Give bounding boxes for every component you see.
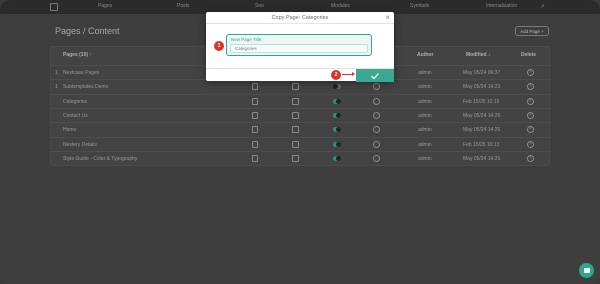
home-icon[interactable] xyxy=(50,3,58,11)
header-modified[interactable]: Modified ↓ xyxy=(466,52,490,58)
header-pages[interactable]: Pages (10) ↑ xyxy=(63,52,92,58)
delete-icon[interactable]: × xyxy=(527,69,534,76)
calendar-icon[interactable] xyxy=(292,83,299,91)
row-modified: May 05/24 14:26 xyxy=(463,112,501,119)
sort-arrow-icon: ↓ xyxy=(487,52,491,58)
nav-item-modules[interactable]: Modules xyxy=(331,3,350,9)
nav-item-seo[interactable]: Seo xyxy=(255,3,264,9)
confirm-button[interactable] xyxy=(356,69,394,82)
table-row[interactable]: Categories admin Feb 15/25 10:16 × xyxy=(51,93,551,108)
row-author: admin xyxy=(418,155,432,162)
row-number: 1 xyxy=(55,70,58,76)
close-icon[interactable]: × xyxy=(385,13,390,23)
step-marker-1: 1 xyxy=(214,41,224,51)
modal-footer xyxy=(206,68,394,82)
row-author: admin xyxy=(418,141,432,148)
calendar-icon[interactable] xyxy=(292,111,299,119)
row-modified: Feb 15/25 10:13 xyxy=(463,141,500,148)
chat-icon[interactable] xyxy=(579,263,594,278)
header-delete: Delete xyxy=(521,52,537,58)
delete-icon[interactable]: × xyxy=(527,140,534,148)
app-frame: Pages Posts Seo Modules Symbols Internal… xyxy=(0,0,600,284)
nav-item-internalization[interactable]: Internalization xyxy=(486,3,517,9)
publish-toggle[interactable] xyxy=(333,84,341,90)
table-row[interactable]: Home admin May 05/24 14:26 × xyxy=(51,122,551,136)
calendar-icon[interactable] xyxy=(292,140,299,148)
search-icon[interactable]: ⌕ xyxy=(541,3,545,10)
row-modified: May 05/24 14:26 xyxy=(463,155,501,162)
new-page-title-input[interactable] xyxy=(230,44,368,53)
publish-toggle[interactable] xyxy=(333,112,341,118)
add-page-button[interactable]: Add Page + xyxy=(515,26,549,36)
row-title[interactable]: Home xyxy=(63,127,76,133)
globe-icon[interactable] xyxy=(373,154,380,162)
row-title[interactable]: Style Guide - Color & Typography xyxy=(63,156,137,162)
document-icon[interactable] xyxy=(252,83,258,91)
arrow-icon xyxy=(342,72,355,76)
header-pages-label: Pages (10) xyxy=(63,52,89,58)
row-author: admin xyxy=(418,98,432,105)
document-icon[interactable] xyxy=(252,154,258,162)
calendar-icon[interactable] xyxy=(292,126,299,134)
row-modified: May 05/24 06:37 xyxy=(463,70,501,76)
publish-toggle[interactable] xyxy=(333,141,341,147)
document-icon[interactable] xyxy=(252,140,258,148)
nav-item-posts[interactable]: Posts xyxy=(177,3,190,9)
modal-header: Copy Page: Categories × xyxy=(206,12,394,24)
calendar-icon[interactable] xyxy=(292,154,299,162)
row-modified: May 05/24 14:23 xyxy=(463,84,501,91)
publish-toggle[interactable] xyxy=(333,98,341,104)
row-number: 1 xyxy=(55,84,58,91)
globe-icon[interactable] xyxy=(373,97,380,105)
page-title: Pages / Content xyxy=(55,26,120,36)
row-author: admin xyxy=(418,127,432,134)
document-icon[interactable] xyxy=(252,97,258,105)
row-title[interactable]: Contact Us xyxy=(63,113,88,119)
modal-title: Copy Page: Categories xyxy=(271,15,329,21)
row-title[interactable]: Nestery Details xyxy=(63,142,97,148)
globe-icon[interactable] xyxy=(373,126,380,134)
row-author: admin xyxy=(418,70,432,76)
calendar-icon[interactable] xyxy=(292,97,299,105)
document-icon[interactable] xyxy=(252,111,258,119)
table-row[interactable]: 1 Subtemplates Demo admin May 05/24 14:23 × xyxy=(51,79,551,93)
row-title[interactable]: Subtemplates Demo xyxy=(63,84,108,90)
table-row[interactable]: Contact Us admin May 05/24 14:26 × xyxy=(51,107,551,122)
new-page-title-field: New Page Title: xyxy=(226,34,372,56)
check-icon xyxy=(371,72,379,79)
delete-icon[interactable]: × xyxy=(527,83,534,91)
copy-page-modal: Copy Page: Categories × New Page Title: xyxy=(206,12,394,82)
new-page-title-label: New Page Title: xyxy=(231,37,263,42)
row-author: admin xyxy=(418,84,432,91)
globe-icon[interactable] xyxy=(373,83,380,91)
delete-icon[interactable]: × xyxy=(527,154,534,162)
document-icon[interactable] xyxy=(252,126,258,134)
globe-icon[interactable] xyxy=(373,111,380,119)
delete-icon[interactable]: × xyxy=(527,97,534,105)
header-modified-label: Modified xyxy=(466,52,487,58)
row-title[interactable]: Nextcase Pages xyxy=(63,70,99,76)
table-row[interactable]: Style Guide - Color & Typography admin May… xyxy=(51,150,551,165)
sort-arrow-icon: ↑ xyxy=(89,52,92,58)
publish-toggle[interactable] xyxy=(333,155,341,161)
row-modified: May 05/24 14:26 xyxy=(463,127,501,134)
row-title[interactable]: Categories xyxy=(63,99,87,105)
header-author[interactable]: Author xyxy=(417,52,433,58)
nav-item-pages[interactable]: Pages xyxy=(98,3,112,9)
step-marker-2: 2 xyxy=(331,70,341,80)
publish-toggle[interactable] xyxy=(333,127,341,133)
delete-icon[interactable]: × xyxy=(527,111,534,119)
row-author: admin xyxy=(418,112,432,119)
globe-icon[interactable] xyxy=(373,140,380,148)
delete-icon[interactable]: × xyxy=(527,126,534,134)
table-row[interactable]: Nestery Details admin Feb 15/25 10:13 × xyxy=(51,136,551,151)
nav-item-symbols[interactable]: Symbols xyxy=(410,3,429,9)
row-modified: Feb 15/25 10:16 xyxy=(463,98,500,105)
